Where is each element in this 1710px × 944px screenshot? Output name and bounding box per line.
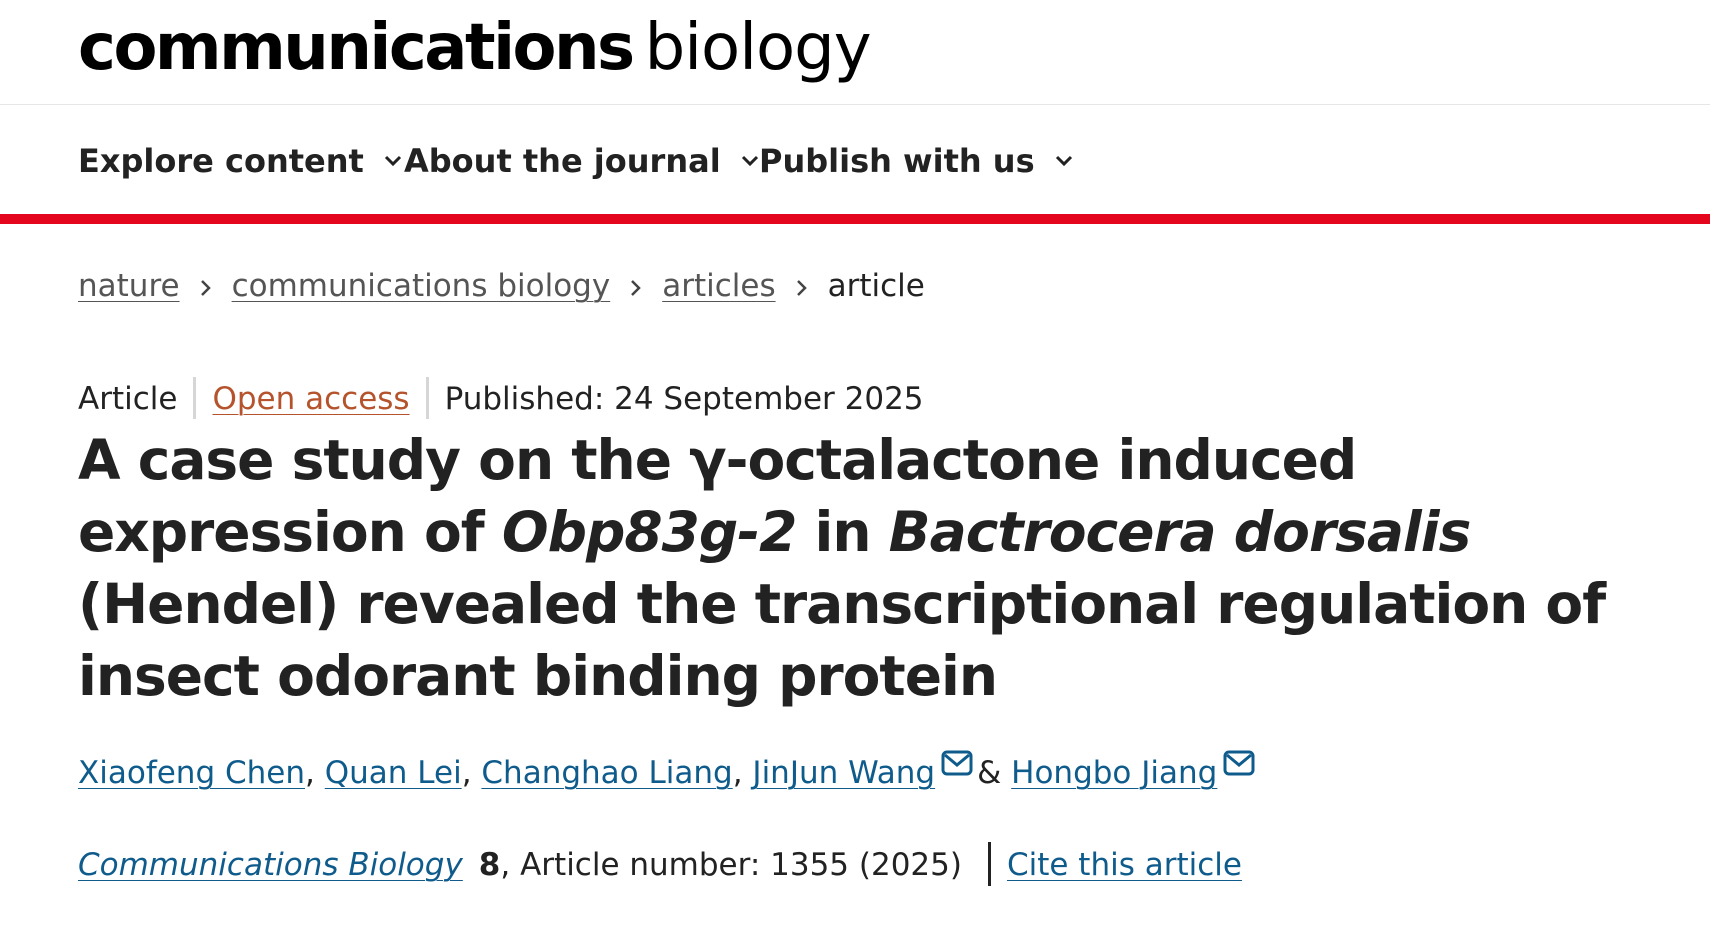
- journal-logo[interactable]: communications biology: [78, 6, 872, 90]
- author-link[interactable]: JinJun Wang: [752, 755, 935, 791]
- nav-explore-content[interactable]: Explore content: [78, 139, 403, 183]
- chevron-right-icon: [610, 264, 662, 312]
- title-text: (Hendel) revealed the transcriptional re…: [78, 572, 1606, 708]
- author-separator: ,: [461, 755, 482, 791]
- nav-about-journal[interactable]: About the journal: [404, 139, 760, 183]
- chevron-right-icon: [180, 264, 232, 312]
- chevron-down-icon: [741, 155, 758, 167]
- author-link[interactable]: Hongbo Jiang: [1011, 755, 1217, 791]
- header-accent-bar: [0, 214, 1710, 224]
- article-title: A case study on the γ-octalactone induce…: [78, 424, 1698, 712]
- author-link[interactable]: Changhao Liang: [481, 755, 732, 791]
- title-gene: Obp83g-2: [501, 500, 797, 564]
- email-icon[interactable]: [941, 750, 973, 776]
- breadcrumb: nature communications biology articles arti…: [78, 262, 925, 310]
- breadcrumb-current: article: [827, 268, 925, 304]
- nav-item-label: Publish with us: [759, 142, 1035, 180]
- citation-divider: [987, 841, 991, 886]
- author-ampersand: &: [977, 755, 1002, 791]
- main-nav: Explore content About the journal Publis…: [0, 105, 1710, 214]
- chevron-down-icon: [1055, 155, 1072, 167]
- logo-main-text: communications: [78, 11, 635, 85]
- journal-link[interactable]: Communications Biology: [78, 847, 463, 883]
- breadcrumb-articles[interactable]: articles: [662, 268, 775, 304]
- site-header: communications biology: [0, 0, 1710, 105]
- breadcrumb-nature[interactable]: nature: [78, 268, 180, 304]
- author-link[interactable]: Xiaofeng Chen: [78, 755, 305, 791]
- title-species: Bactrocera dorsalis: [888, 500, 1472, 564]
- meta-divider: [425, 376, 429, 419]
- title-text: in: [796, 500, 889, 564]
- chevron-right-icon: [776, 264, 828, 312]
- citation-line: Communications Biology 8, Article number:…: [78, 838, 1242, 892]
- meta-divider: [193, 376, 197, 419]
- nav-publish-with-us[interactable]: Publish with us: [759, 139, 1074, 183]
- article-type: Article: [78, 381, 178, 417]
- open-access-link[interactable]: Open access: [212, 381, 409, 417]
- email-icon[interactable]: [1223, 750, 1255, 776]
- chevron-down-icon: [384, 155, 401, 167]
- published-date: Published: 24 September 2025: [444, 381, 924, 417]
- volume-number: 8: [478, 847, 501, 883]
- cite-this-article-link[interactable]: Cite this article: [1007, 847, 1242, 883]
- logo-sub-text: biology: [644, 11, 872, 85]
- nav-item-label: Explore content: [78, 142, 364, 180]
- author-separator: ,: [732, 755, 753, 791]
- author-list: Xiaofeng Chen, Quan Lei, Changhao Liang,…: [78, 746, 1259, 800]
- author-link[interactable]: Quan Lei: [325, 755, 462, 791]
- article-number: , Article number: 1355 (2025): [500, 847, 962, 883]
- nav-item-label: About the journal: [404, 142, 721, 180]
- author-separator: ,: [305, 755, 325, 791]
- breadcrumb-communications-biology[interactable]: communications biology: [232, 268, 611, 304]
- article-meta: Article Open access Published: 24 Septembe…: [78, 373, 924, 425]
